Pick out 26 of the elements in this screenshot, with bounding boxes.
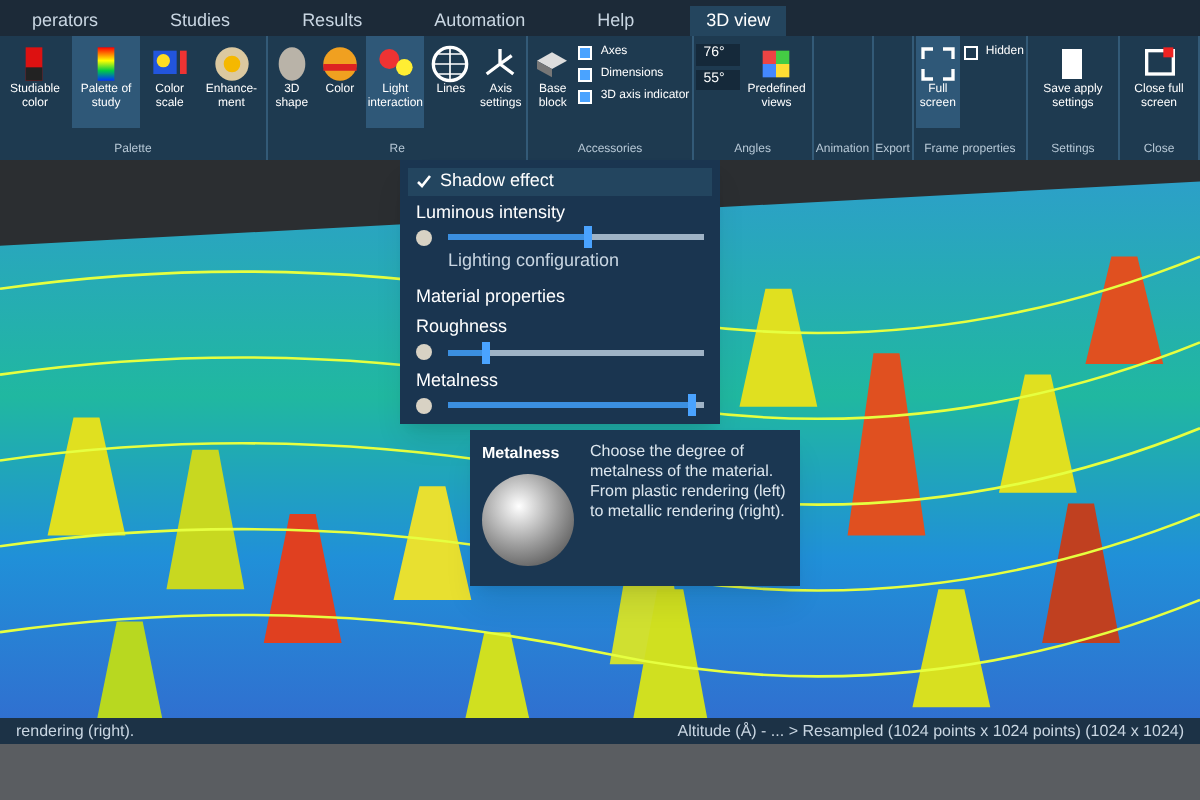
status-hint: rendering (right).	[16, 719, 135, 743]
ribbon-tab[interactable]: Automation	[418, 6, 542, 36]
grid-globe-icon	[430, 44, 471, 84]
checkbox[interactable]	[578, 46, 593, 60]
tooltip-text: Choose the degree of metalness of the material. From plastic rendering (left) to metallic rendering (right).	[590, 442, 788, 524]
checkbox[interactable]	[963, 46, 978, 60]
ribbon-tab[interactable]: Help	[581, 6, 651, 36]
expand-icon	[917, 44, 958, 84]
ribbon-tab[interactable]: 3D view	[690, 6, 787, 36]
slider-thumb[interactable]	[584, 226, 593, 248]
ball-icon	[319, 44, 360, 84]
slider-thumb[interactable]	[482, 341, 491, 363]
slider-label: Roughness	[416, 314, 510, 340]
tooltip-title: Metalness	[482, 442, 562, 466]
slider-label: Metalness	[416, 367, 501, 393]
menu-section-header: Material properties	[414, 283, 568, 310]
ribbon-tab[interactable]: Results	[286, 6, 379, 36]
ribbon-tab[interactable]: perators	[16, 6, 115, 36]
checkbox[interactable]	[578, 68, 593, 82]
status-path: Altitude (Å) - ... > Resampled (1024 points x 1024 points) (1024 x 1024)	[677, 719, 1184, 743]
menu-item[interactable]: Lighting configuration	[408, 248, 712, 275]
ribbon-tab[interactable]: Studies	[154, 6, 247, 36]
checkbox[interactable]	[578, 90, 593, 104]
slider-thumb[interactable]	[687, 394, 696, 416]
sun-icon	[211, 44, 252, 84]
slider-label: Luminous intensity	[416, 199, 568, 226]
